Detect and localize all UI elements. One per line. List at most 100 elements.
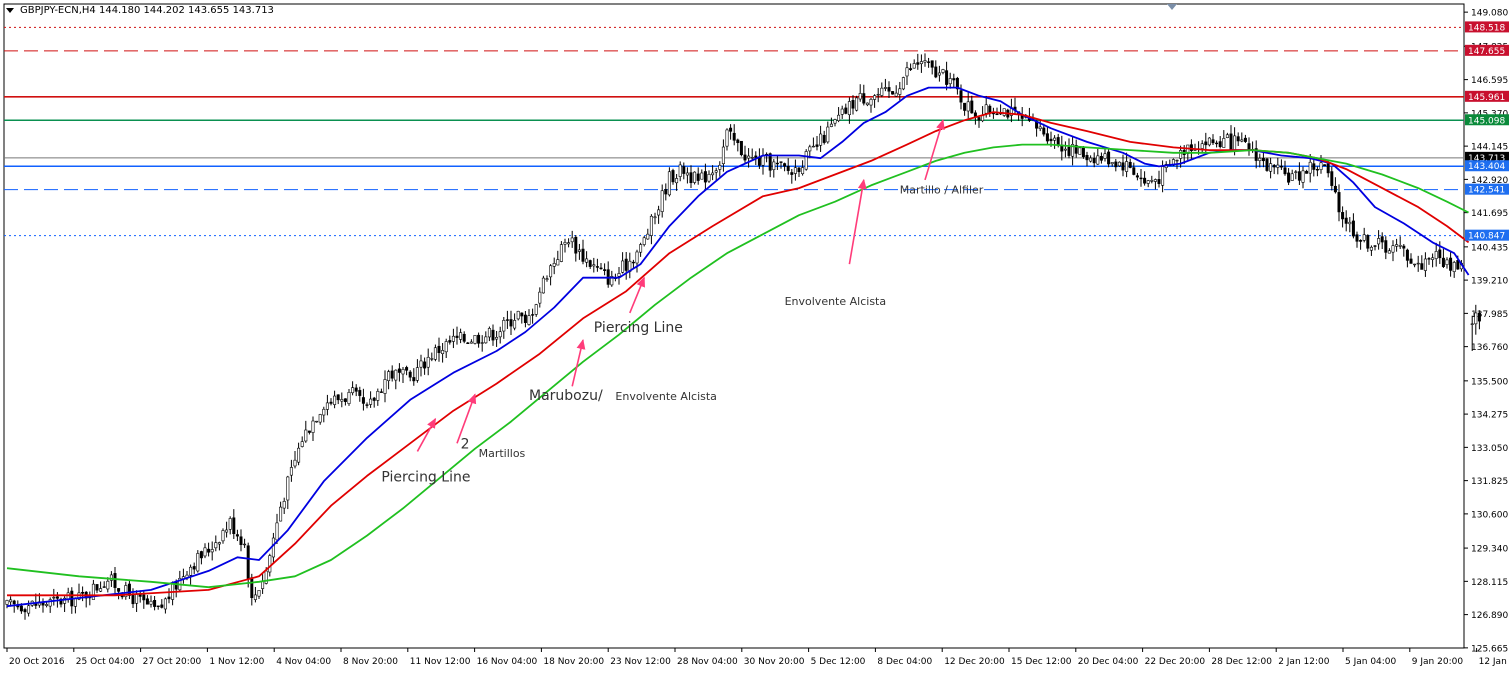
candle-body[interactable]: [757, 156, 761, 166]
candle-body[interactable]: [577, 249, 581, 252]
candle-body[interactable]: [847, 101, 851, 116]
candle-body[interactable]: [574, 236, 578, 254]
candle-body[interactable]: [250, 577, 254, 599]
candle-body[interactable]: [1063, 148, 1067, 151]
candle-body[interactable]: [603, 269, 607, 271]
candle-body[interactable]: [520, 312, 524, 317]
candle-body[interactable]: [498, 331, 502, 338]
candle-body[interactable]: [837, 114, 841, 122]
candle-body[interactable]: [937, 72, 941, 76]
candle-body[interactable]: [700, 172, 704, 180]
candle-body[interactable]: [142, 594, 146, 601]
candle-body[interactable]: [210, 549, 214, 553]
candle-body[interactable]: [1413, 263, 1417, 266]
candle-body[interactable]: [1290, 173, 1294, 181]
candle-body[interactable]: [721, 146, 725, 165]
candle-body[interactable]: [1265, 158, 1269, 171]
candle-body[interactable]: [646, 233, 650, 240]
candle-body[interactable]: [1258, 157, 1262, 161]
candle-body[interactable]: [592, 264, 596, 267]
candle-body[interactable]: [1200, 143, 1204, 149]
candle-body[interactable]: [919, 61, 923, 65]
candle-body[interactable]: [1089, 157, 1093, 162]
candle-body[interactable]: [876, 93, 880, 96]
candle-body[interactable]: [1441, 257, 1445, 267]
candle-body[interactable]: [559, 244, 563, 262]
candle-body[interactable]: [189, 566, 193, 576]
candle-body[interactable]: [819, 133, 823, 146]
candle-body[interactable]: [1081, 147, 1085, 158]
candle-body[interactable]: [1272, 164, 1276, 168]
candle-body[interactable]: [394, 369, 398, 381]
candle-body[interactable]: [282, 501, 286, 509]
candle-body[interactable]: [329, 401, 333, 404]
candle-body[interactable]: [1326, 163, 1330, 174]
candle-body[interactable]: [599, 267, 603, 270]
candle-body[interactable]: [1398, 245, 1402, 247]
candle-body[interactable]: [779, 161, 783, 163]
candle-body[interactable]: [891, 91, 895, 95]
candle-body[interactable]: [372, 397, 376, 401]
candle-body[interactable]: [581, 248, 585, 262]
candle-body[interactable]: [808, 146, 812, 152]
candle-body[interactable]: [750, 157, 754, 159]
candle-body[interactable]: [1240, 139, 1244, 142]
candle-body[interactable]: [786, 165, 790, 171]
candle-body[interactable]: [671, 170, 675, 183]
candle-body[interactable]: [408, 371, 412, 378]
candle-body[interactable]: [81, 591, 85, 594]
candle-body[interactable]: [883, 87, 887, 89]
candle-body[interactable]: [307, 430, 311, 433]
candle-body[interactable]: [1150, 180, 1154, 182]
candle-body[interactable]: [102, 586, 106, 588]
candle-body[interactable]: [239, 536, 243, 545]
candle-body[interactable]: [642, 237, 646, 245]
candle-body[interactable]: [1438, 249, 1442, 259]
candle-body[interactable]: [685, 172, 689, 176]
candle-body[interactable]: [649, 215, 653, 236]
candle-body[interactable]: [858, 93, 862, 100]
candle-body[interactable]: [322, 408, 326, 416]
candle-body[interactable]: [1121, 162, 1125, 171]
candle-body[interactable]: [714, 170, 718, 173]
candle-body[interactable]: [1308, 161, 1312, 174]
candle-body[interactable]: [473, 335, 477, 344]
candle-body[interactable]: [963, 102, 967, 111]
candle-body[interactable]: [1344, 217, 1348, 224]
candle-body[interactable]: [293, 459, 297, 467]
candle-body[interactable]: [1161, 166, 1165, 186]
candle-body[interactable]: [340, 399, 344, 402]
candle-body[interactable]: [1395, 244, 1399, 247]
candle-body[interactable]: [725, 129, 729, 147]
candle-body[interactable]: [790, 172, 794, 175]
candle-body[interactable]: [466, 342, 470, 344]
candle-body[interactable]: [275, 522, 279, 541]
candle-body[interactable]: [1215, 142, 1219, 145]
candle-body[interactable]: [966, 101, 970, 112]
candle-body[interactable]: [412, 377, 416, 382]
candle-body[interactable]: [516, 310, 520, 320]
candle-body[interactable]: [1319, 162, 1323, 170]
candle-body[interactable]: [5, 600, 9, 605]
candle-body[interactable]: [225, 529, 229, 533]
candle-body[interactable]: [135, 593, 139, 604]
candle-body[interactable]: [513, 320, 517, 329]
candle-body[interactable]: [621, 260, 625, 273]
candle-body[interactable]: [246, 545, 250, 580]
candle-body[interactable]: [462, 333, 466, 342]
candle-body[interactable]: [1117, 161, 1121, 167]
candle-body[interactable]: [1333, 185, 1337, 193]
candle-body[interactable]: [1405, 249, 1409, 261]
candle-body[interactable]: [743, 154, 747, 161]
candle-body[interactable]: [390, 370, 394, 379]
candle-body[interactable]: [1427, 258, 1431, 260]
candle-body[interactable]: [487, 328, 491, 338]
candle-body[interactable]: [952, 78, 956, 81]
candle-body[interactable]: [243, 543, 247, 546]
candle-body[interactable]: [959, 90, 963, 103]
candle-body[interactable]: [948, 78, 952, 85]
candle-body[interactable]: [545, 278, 549, 280]
candle-body[interactable]: [354, 387, 358, 392]
candle-body[interactable]: [149, 600, 153, 605]
candle-body[interactable]: [595, 266, 599, 268]
